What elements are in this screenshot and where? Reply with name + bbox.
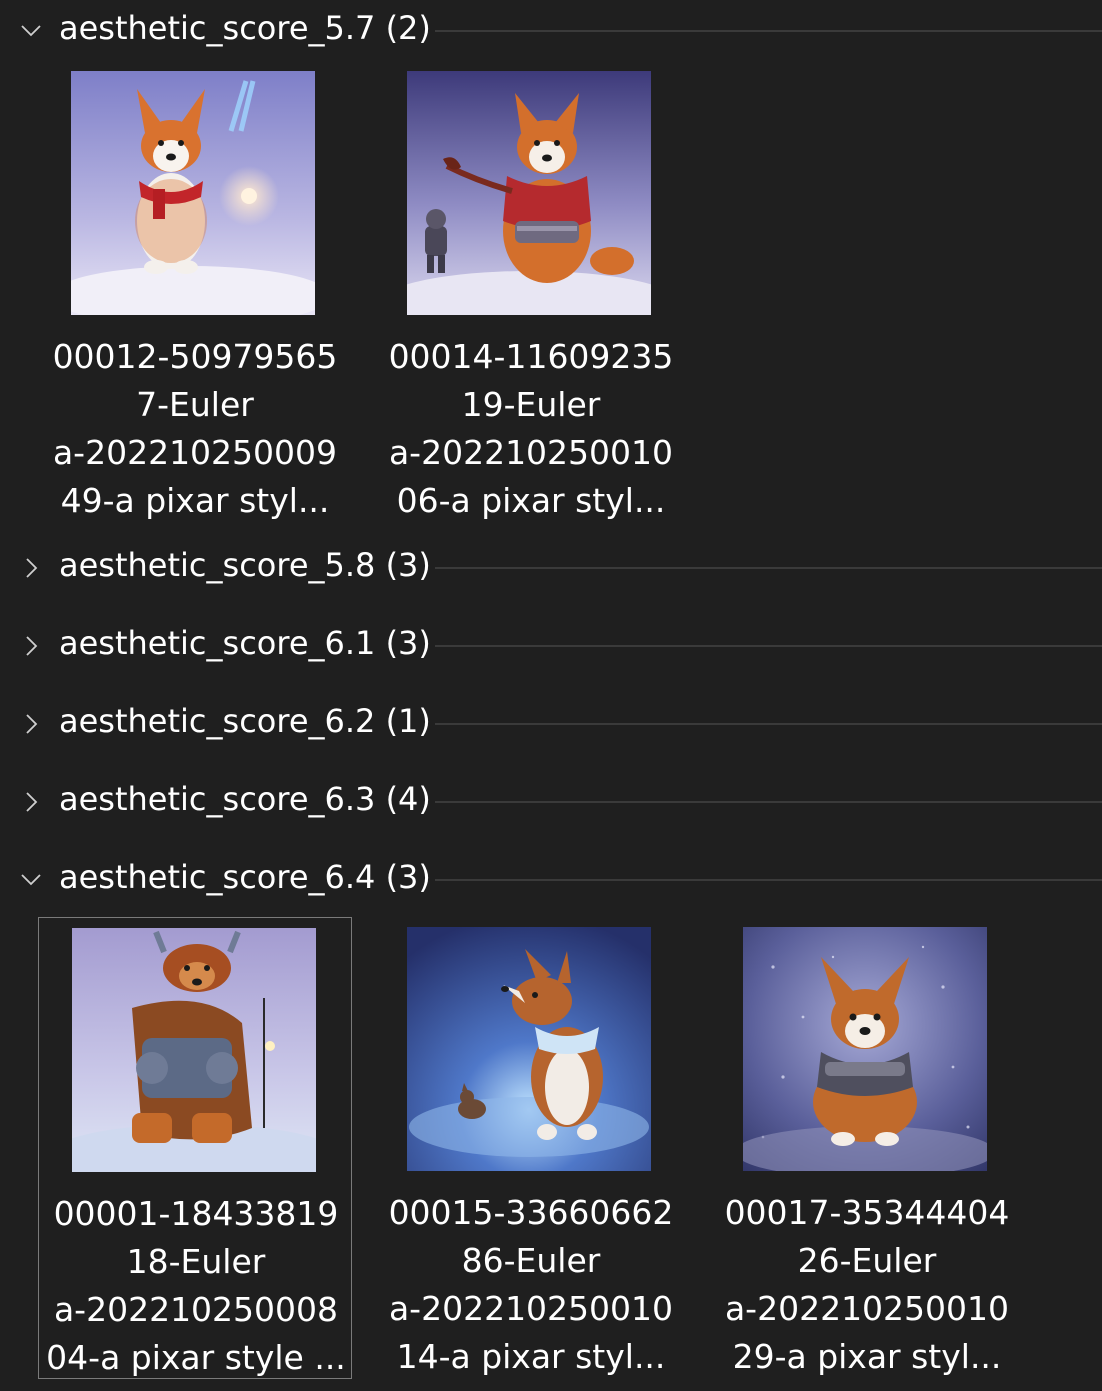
file-tile[interactable]: 00015-33660662 86-Euler a-202210250010 1… xyxy=(374,917,688,1379)
group-title: aesthetic_score_6.4 (3) xyxy=(59,858,431,896)
file-name-caption: 00001-18433819 18-Euler a-202210250008 0… xyxy=(39,1190,353,1382)
group-header-aesthetic-score-5-7[interactable]: aesthetic_score_5.7 (2) xyxy=(0,0,1102,60)
chevron-right-icon[interactable] xyxy=(18,633,44,659)
chevron-down-icon[interactable] xyxy=(18,867,44,893)
caption-line: 49-a pixar styl... xyxy=(60,481,330,520)
caption-line: a-202210250009 xyxy=(52,433,338,472)
caption-line: 00015-33660662 xyxy=(388,1193,674,1232)
chevron-right-icon[interactable] xyxy=(18,711,44,737)
file-explorer-grouped-view: aesthetic_score_5.7 (2) 00012-50979565 7… xyxy=(0,0,1102,1391)
file-tile[interactable]: 00012-50979565 7-Euler a-202210250009 49… xyxy=(38,61,352,523)
caption-line: 00014-11609235 xyxy=(388,337,674,376)
file-name-caption: 00017-35344404 26-Euler a-202210250010 2… xyxy=(710,1189,1024,1381)
caption-line: 00001-18433819 xyxy=(53,1194,339,1233)
group-title: aesthetic_score_6.3 (4) xyxy=(59,780,431,818)
group-header-aesthetic-score-5-8[interactable]: aesthetic_score_5.8 (3) xyxy=(0,537,1102,597)
group-divider xyxy=(435,801,1102,803)
caption-line: 04-a pixar style ... xyxy=(46,1338,346,1377)
file-tile-selected[interactable]: 00001-18433819 18-Euler a-202210250008 0… xyxy=(38,917,352,1379)
caption-line: 00012-50979565 xyxy=(52,337,338,376)
group-header-aesthetic-score-6-1[interactable]: aesthetic_score_6.1 (3) xyxy=(0,615,1102,675)
image-thumbnail[interactable] xyxy=(407,927,651,1171)
group-header-aesthetic-score-6-4[interactable]: aesthetic_score_6.4 (3) xyxy=(0,849,1102,909)
caption-line: a-202210250010 xyxy=(724,1289,1010,1328)
caption-line: 7-Euler xyxy=(136,385,254,424)
caption-line: 19-Euler xyxy=(461,385,601,424)
image-thumbnail[interactable] xyxy=(407,71,651,315)
file-tile[interactable]: 00017-35344404 26-Euler a-202210250010 2… xyxy=(710,917,1024,1379)
caption-line: 86-Euler xyxy=(461,1241,601,1280)
caption-line: a-202210250008 xyxy=(53,1290,339,1329)
group-header-aesthetic-score-6-3[interactable]: aesthetic_score_6.3 (4) xyxy=(0,771,1102,831)
caption-line: 29-a pixar styl... xyxy=(732,1337,1002,1376)
chevron-down-icon[interactable] xyxy=(18,18,44,44)
file-name-caption: 00015-33660662 86-Euler a-202210250010 1… xyxy=(374,1189,688,1381)
image-thumbnail[interactable] xyxy=(72,928,316,1172)
file-name-caption: 00014-11609235 19-Euler a-202210250010 0… xyxy=(374,333,688,525)
chevron-right-icon[interactable] xyxy=(18,555,44,581)
group-divider xyxy=(435,879,1102,881)
chevron-right-icon[interactable] xyxy=(18,789,44,815)
group-title: aesthetic_score_6.1 (3) xyxy=(59,624,431,662)
caption-line: 06-a pixar styl... xyxy=(396,481,666,520)
group-divider xyxy=(435,30,1102,32)
caption-line: a-202210250010 xyxy=(388,1289,674,1328)
file-tile[interactable]: 00014-11609235 19-Euler a-202210250010 0… xyxy=(374,61,688,523)
group-divider xyxy=(435,723,1102,725)
image-thumbnail[interactable] xyxy=(743,927,987,1171)
caption-line: a-202210250010 xyxy=(388,433,674,472)
group-divider xyxy=(435,567,1102,569)
group-title: aesthetic_score_6.2 (1) xyxy=(59,702,431,740)
group-header-aesthetic-score-6-2[interactable]: aesthetic_score_6.2 (1) xyxy=(0,693,1102,753)
file-name-caption: 00012-50979565 7-Euler a-202210250009 49… xyxy=(38,333,352,525)
image-thumbnail[interactable] xyxy=(71,71,315,315)
group-divider xyxy=(435,645,1102,647)
group-title: aesthetic_score_5.7 (2) xyxy=(59,9,431,47)
caption-line: 14-a pixar styl... xyxy=(396,1337,666,1376)
caption-line: 18-Euler xyxy=(126,1242,266,1281)
caption-line: 26-Euler xyxy=(797,1241,937,1280)
caption-line: 00017-35344404 xyxy=(724,1193,1010,1232)
group-title: aesthetic_score_5.8 (3) xyxy=(59,546,431,584)
